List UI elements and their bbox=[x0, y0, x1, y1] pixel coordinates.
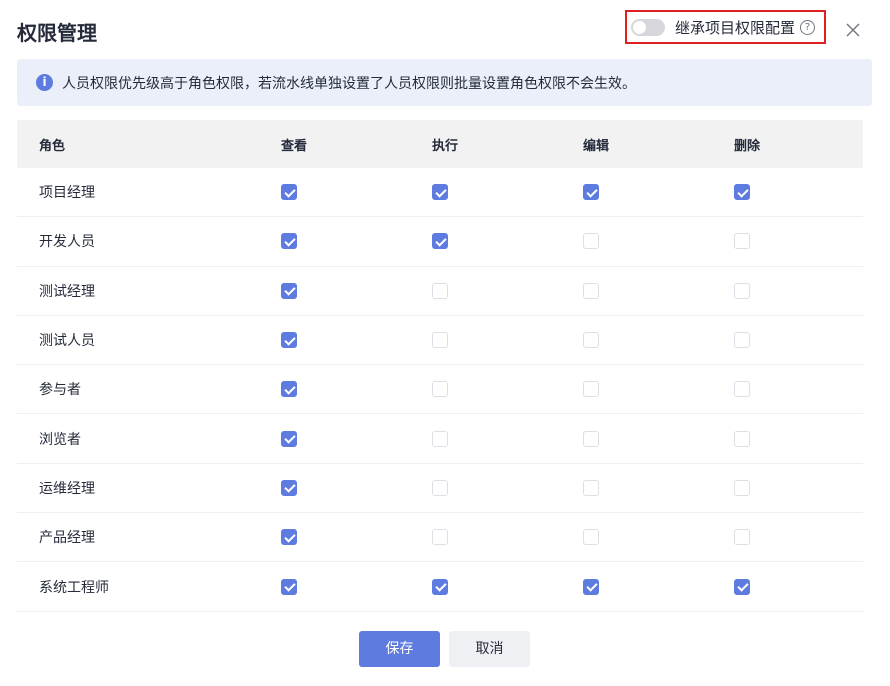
role-name: 测试人员 bbox=[39, 333, 95, 350]
checkbox-view[interactable] bbox=[281, 332, 297, 349]
table-row: 参与者 bbox=[17, 365, 863, 415]
inherit-setting: 继承项目权限配置 ? bbox=[625, 10, 826, 44]
checkbox-delete[interactable] bbox=[734, 332, 750, 349]
cancel-button[interactable]: 取消 bbox=[449, 631, 530, 667]
checkbox-delete[interactable] bbox=[734, 430, 750, 447]
table-row: 浏览者 bbox=[17, 414, 863, 464]
checkbox-delete[interactable] bbox=[734, 578, 750, 595]
close-icon[interactable] bbox=[845, 22, 861, 38]
table-body: 项目经理开发人员测试经理测试人员参与者浏览者运维经理产品经理系统工程师 bbox=[17, 168, 863, 612]
checkbox-delete[interactable] bbox=[734, 479, 750, 496]
checkbox-view[interactable] bbox=[281, 282, 297, 299]
role-name: 测试经理 bbox=[39, 283, 95, 300]
dialog-title: 权限管理 bbox=[17, 21, 97, 45]
checkbox-edit[interactable] bbox=[583, 233, 599, 250]
header-execute: 执行 bbox=[432, 138, 459, 154]
checkbox-view[interactable] bbox=[281, 430, 297, 447]
checkbox-execute[interactable] bbox=[432, 184, 448, 201]
checkbox-execute[interactable] bbox=[432, 529, 448, 546]
checkbox-edit[interactable] bbox=[583, 332, 599, 349]
checkbox-delete[interactable] bbox=[734, 184, 750, 201]
header-view: 查看 bbox=[281, 138, 308, 154]
checkbox-view[interactable] bbox=[281, 479, 297, 496]
table-row: 测试经理 bbox=[17, 267, 863, 316]
checkbox-view[interactable] bbox=[281, 529, 297, 546]
inherit-toggle[interactable] bbox=[631, 18, 665, 36]
info-icon: i bbox=[36, 74, 53, 91]
table-row: 产品经理 bbox=[17, 513, 863, 563]
permission-table: 角色 查看 执行 编辑 删除 项目经理开发人员测试经理测试人员参与者浏览者运维经… bbox=[17, 120, 863, 612]
table-row: 项目经理 bbox=[17, 168, 863, 218]
checkbox-edit[interactable] bbox=[583, 529, 599, 546]
table-row: 开发人员 bbox=[17, 217, 863, 267]
checkbox-delete[interactable] bbox=[734, 381, 750, 398]
table-row: 运维经理 bbox=[17, 464, 863, 514]
checkbox-execute[interactable] bbox=[432, 479, 448, 496]
role-name: 开发人员 bbox=[39, 234, 95, 251]
help-icon[interactable]: ? bbox=[800, 19, 816, 35]
role-name: 运维经理 bbox=[39, 480, 95, 497]
role-name: 浏览者 bbox=[39, 431, 81, 448]
checkbox-view[interactable] bbox=[281, 381, 297, 398]
checkbox-delete[interactable] bbox=[734, 282, 750, 299]
table-row: 测试人员 bbox=[17, 316, 863, 366]
checkbox-execute[interactable] bbox=[432, 332, 448, 349]
checkbox-view[interactable] bbox=[281, 578, 297, 595]
checkbox-execute[interactable] bbox=[432, 282, 448, 299]
checkbox-edit[interactable] bbox=[583, 430, 599, 447]
role-name: 项目经理 bbox=[39, 185, 95, 202]
checkbox-edit[interactable] bbox=[583, 479, 599, 496]
toggle-knob bbox=[633, 20, 646, 34]
save-button[interactable]: 保存 bbox=[359, 631, 440, 667]
header-role: 角色 bbox=[39, 138, 66, 154]
checkbox-execute[interactable] bbox=[432, 430, 448, 447]
inherit-label: 继承项目权限配置 bbox=[675, 18, 796, 37]
role-name: 系统工程师 bbox=[39, 579, 109, 596]
checkbox-edit[interactable] bbox=[583, 282, 599, 299]
checkbox-view[interactable] bbox=[281, 233, 297, 250]
checkbox-view[interactable] bbox=[281, 184, 297, 201]
checkbox-delete[interactable] bbox=[734, 529, 750, 546]
table-header: 角色 查看 执行 编辑 删除 bbox=[17, 120, 863, 168]
info-banner: i 人员权限优先级高于角色权限，若流水线单独设置了人员权限则批量设置角色权限不会… bbox=[17, 59, 872, 106]
role-name: 参与者 bbox=[39, 382, 81, 399]
checkbox-execute[interactable] bbox=[432, 578, 448, 595]
checkbox-edit[interactable] bbox=[583, 578, 599, 595]
role-name: 产品经理 bbox=[39, 530, 95, 547]
header-delete: 删除 bbox=[734, 138, 761, 154]
checkbox-execute[interactable] bbox=[432, 233, 448, 250]
table-row: 系统工程师 bbox=[17, 562, 863, 612]
checkbox-delete[interactable] bbox=[734, 233, 750, 250]
checkbox-edit[interactable] bbox=[583, 381, 599, 398]
checkbox-edit[interactable] bbox=[583, 184, 599, 201]
checkbox-execute[interactable] bbox=[432, 381, 448, 398]
info-text: 人员权限优先级高于角色权限，若流水线单独设置了人员权限则批量设置角色权限不会生效… bbox=[62, 75, 636, 92]
header-edit: 编辑 bbox=[583, 138, 610, 154]
